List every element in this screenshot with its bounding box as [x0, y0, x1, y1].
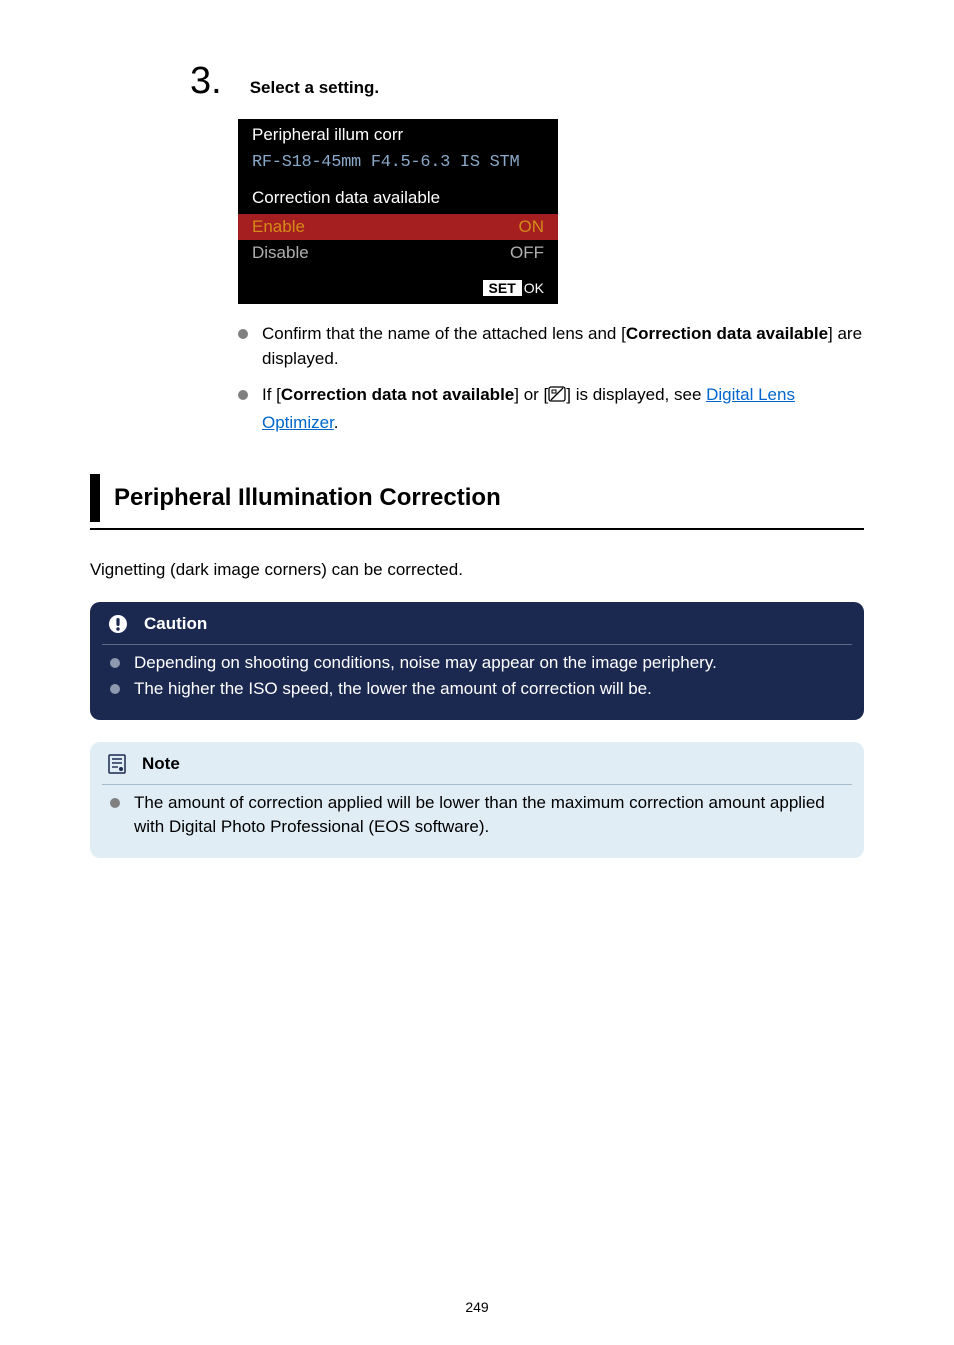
bullet-text: If [Correction data not available] or []…	[262, 383, 864, 435]
text-fragment: Confirm that the name of the attached le…	[262, 324, 626, 343]
bullet-dot-icon	[110, 684, 120, 694]
step-bullets: Confirm that the name of the attached le…	[238, 322, 864, 436]
text-fragment: If [	[262, 385, 281, 404]
note-text: The amount of correction applied will be…	[134, 791, 844, 840]
note-icon	[108, 754, 126, 774]
bullet-dot-icon	[110, 658, 120, 668]
option-label: Disable	[252, 243, 309, 263]
text-fragment: ] or [	[514, 385, 548, 404]
camera-footer: SETOK	[238, 266, 558, 304]
page-number: 249	[0, 1299, 954, 1315]
caution-header: Caution	[90, 602, 864, 644]
note-callout: Note The amount of correction applied wi…	[90, 742, 864, 858]
camera-title: Peripheral illum corr	[238, 119, 558, 149]
bullet-dot-icon	[238, 329, 248, 339]
step-row: 3. Select a setting.	[190, 60, 864, 103]
caution-text: The higher the ISO speed, the lower the …	[134, 677, 652, 702]
note-header: Note	[90, 742, 864, 784]
option-value: OFF	[510, 243, 544, 263]
caution-icon	[108, 614, 128, 634]
note-bullet: The amount of correction applied will be…	[110, 791, 844, 840]
note-title: Note	[142, 754, 180, 774]
caution-callout: Caution Depending on shooting conditions…	[90, 602, 864, 720]
step-title: Select a setting.	[250, 78, 379, 98]
section-bar	[90, 474, 100, 522]
bullet-dot-icon	[238, 390, 248, 400]
caution-text: Depending on shooting conditions, noise …	[134, 651, 717, 676]
body-text: Vignetting (dark image corners) can be c…	[90, 560, 864, 580]
note-body: The amount of correction applied will be…	[90, 785, 864, 858]
option-value: ON	[519, 217, 545, 237]
text-bold: Correction data available	[626, 324, 828, 343]
section-heading-wrap: Peripheral Illumination Correction	[90, 474, 864, 522]
section-heading: Peripheral Illumination Correction	[100, 474, 501, 522]
caution-bullet: Depending on shooting conditions, noise …	[110, 651, 844, 676]
bullet-item: Confirm that the name of the attached le…	[238, 322, 864, 371]
bullet-text: Confirm that the name of the attached le…	[262, 322, 864, 371]
text-bold: Correction data not available	[281, 385, 514, 404]
text-fragment: .	[334, 413, 339, 432]
caution-title: Caution	[144, 614, 207, 634]
ok-text: OK	[524, 280, 544, 296]
camera-status: Correction data available	[238, 182, 558, 214]
bullet-dot-icon	[110, 798, 120, 808]
option-label: Enable	[252, 217, 305, 237]
caution-bullet: The higher the ISO speed, the lower the …	[110, 677, 844, 702]
text-fragment: ] is displayed, see	[566, 385, 706, 404]
bullet-item: If [Correction data not available] or []…	[238, 383, 864, 435]
set-badge: SET	[483, 280, 522, 296]
step-number: 3.	[190, 60, 222, 103]
camera-option-disable: Disable OFF	[238, 240, 558, 266]
camera-lens: RF-S18-45mm F4.5-6.3 IS STM	[238, 149, 558, 182]
camera-option-enable: Enable ON	[238, 214, 558, 240]
camera-screen: Peripheral illum corr RF-S18-45mm F4.5-6…	[238, 119, 558, 304]
caution-body: Depending on shooting conditions, noise …	[90, 645, 864, 720]
no-lens-data-icon	[548, 385, 566, 411]
section-rule	[90, 528, 864, 530]
